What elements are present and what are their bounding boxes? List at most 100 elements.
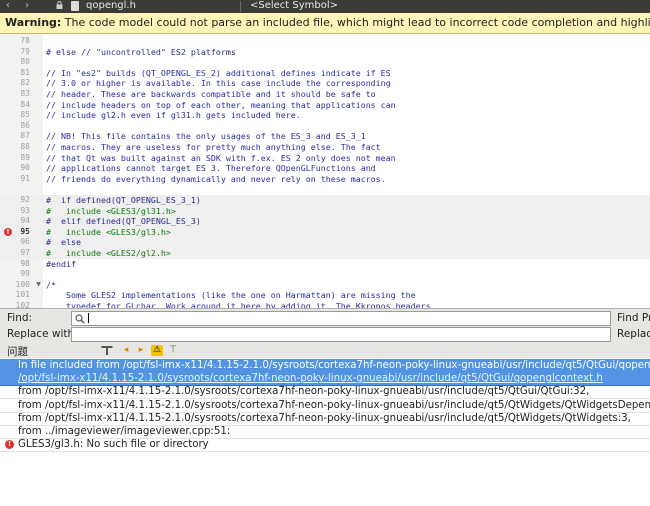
replace-label: Replace with: — [7, 328, 78, 340]
line-number: 82 — [20, 78, 30, 88]
code-text: # else // "uncontrolled" ES2 platforms — [46, 46, 236, 57]
issue-text: from /opt/fsl-imx-x11/4.1.15-2.1.0/sysro… — [18, 386, 590, 398]
code-text: /* — [46, 279, 56, 290]
code-text: typedef for GLchar. Work around it here … — [46, 301, 431, 308]
find-input[interactable] — [71, 311, 611, 326]
code-line[interactable]: 80 — [0, 57, 650, 68]
issue-row[interactable]: from ../imageviewer/imageviewer.cpp:51: — [0, 425, 650, 439]
code-text: // In "es2" builds (QT_OPENGL_ES_2) addi… — [46, 67, 391, 78]
line-number: 83 — [20, 89, 30, 98]
search-icon — [75, 314, 85, 324]
code-line[interactable]: 97 # include <GLES2/gl2.h> — [0, 248, 650, 259]
code-text: // header. These are backwards compatibl… — [46, 89, 376, 99]
forward-arrow-icon[interactable]: › — [25, 0, 29, 12]
code-line[interactable]: 89 // that Qt was built against an SDK wi… — [0, 153, 650, 164]
header-file-icon — [71, 1, 79, 11]
code-line[interactable]: 85 // include gl2.h even if gl31.h gets i… — [0, 110, 650, 121]
next-item-icon[interactable]: ▸ — [136, 345, 146, 356]
code-line[interactable]: 92 # if defined(QT_OPENGL_ES_3_1) — [0, 195, 650, 206]
issue-text: GLES3/gl3.h: No such file or directory — [18, 439, 209, 451]
issue-row[interactable]: from /opt/fsl-imx-x11/4.1.15-2.1.0/sysro… — [0, 412, 650, 426]
code-line[interactable] — [0, 184, 650, 195]
code-editor[interactable]: 78 79 # else // "uncontrolled" ES2 platfor… — [0, 34, 650, 308]
code-line[interactable]: 82 // 3.0 or higher is available. In this… — [0, 78, 650, 89]
code-text: // friends do everything dynamically and… — [46, 173, 386, 184]
code-line[interactable]: 87 // NB! This file contains the only usa… — [0, 131, 650, 142]
issue-text: /opt/fsl-imx-x11/4.1.15-2.1.0/sysroots/c… — [18, 373, 603, 385]
code-line[interactable]: 98 #endif — [0, 259, 650, 270]
code-text: # else — [46, 237, 81, 248]
find-previous-button[interactable]: Find Pre — [617, 312, 650, 324]
issue-row[interactable]: /opt/fsl-imx-x11/4.1.15-2.1.0/sysroots/c… — [0, 372, 650, 387]
issue-row[interactable]: ! GLES3/gl3.h: No such file or directory — [0, 438, 650, 453]
line-number: 92 — [20, 195, 30, 204]
code-line[interactable]: 94 # elif defined(QT_OPENGL_ES_3) — [0, 216, 650, 227]
replace-input[interactable] — [71, 327, 611, 342]
code-text: // that Qt was built against an SDK with… — [46, 152, 396, 163]
issue-row[interactable]: from /opt/fsl-imx-x11/4.1.15-2.1.0/sysro… — [0, 399, 650, 413]
code-line[interactable]: 81 // In "es2" builds (QT_OPENGL_ES_2) ad… — [0, 68, 650, 79]
code-line[interactable]: 102 typedef for GLchar. Work around it h… — [0, 301, 650, 308]
code-text: # include <GLES3/gl31.h> — [46, 205, 176, 216]
code-text: // include headers on top of each other,… — [46, 99, 396, 110]
line-number: 84 — [20, 99, 30, 109]
code-text: // NB! This file contains the only usage… — [46, 131, 366, 142]
code-line[interactable]: 79 # else // "uncontrolled" ES2 platforms — [0, 47, 650, 58]
line-number: 90 — [20, 163, 30, 173]
symbol-selector[interactable]: <Select Symbol> — [250, 0, 338, 12]
line-number: 93 — [20, 205, 30, 215]
error-icon: ! — [5, 440, 14, 450]
filter-icon[interactable]: ⊤ — [168, 345, 178, 356]
issues-pane-header: 问题 ◂ ▸ ⚠ ⊤ — [0, 343, 650, 359]
line-number: 91 — [20, 173, 30, 183]
error-marker-icon[interactable]: ! — [4, 227, 12, 236]
issue-text: from ../imageviewer/imageviewer.cpp:51: — [18, 426, 231, 437]
code-line[interactable]: 99 — [0, 269, 650, 280]
open-file-name[interactable]: qopengl.h — [86, 0, 136, 12]
code-line[interactable]: 93 # include <GLES3/gl31.h> — [0, 205, 650, 217]
code-line[interactable]: 88 // macros. They are useless for pretty… — [0, 142, 650, 153]
code-line[interactable]: 100 ▼/* — [0, 280, 650, 291]
previous-item-icon[interactable]: ◂ — [121, 345, 131, 356]
line-number: 101 — [15, 290, 30, 300]
filter-by-category-icon[interactable] — [101, 345, 113, 356]
code-text: Some GLES2 implementations (like the one… — [46, 290, 416, 301]
code-line[interactable]: 95! # include <GLES3/gl3.h> — [0, 226, 650, 238]
line-number: 81 — [20, 67, 30, 77]
code-line[interactable]: 78 — [0, 36, 650, 47]
code-line[interactable]: 86 — [0, 121, 650, 132]
issues-pane-title: 问题 — [7, 346, 28, 358]
document-bar: ‹ › qopengl.h <Select Symbol> — [0, 0, 650, 13]
line-number: 96 — [20, 237, 30, 247]
code-text: # elif defined(QT_OPENGL_ES_3) — [46, 216, 201, 227]
line-number: 79 — [20, 46, 30, 56]
code-line[interactable]: 84 // include headers on top of each othe… — [0, 100, 650, 111]
fold-toggle-icon[interactable]: ▼ — [34, 280, 43, 291]
code-line[interactable]: 91 // friends do everything dynamically a… — [0, 174, 650, 185]
line-number: 102 — [15, 301, 30, 308]
line-number: 99 — [20, 269, 30, 279]
back-arrow-icon[interactable]: ‹ — [6, 0, 10, 12]
code-line[interactable]: 83 // header. These are backwards compati… — [0, 89, 650, 100]
code-text: // macros. They are useless for pretty m… — [46, 142, 381, 152]
issues-list: In file included from /opt/fsl-imx-x11/4… — [0, 358, 650, 506]
show-warnings-icon[interactable]: ⚠ — [151, 345, 163, 356]
code-line[interactable]: 96 # else — [0, 237, 650, 248]
line-number: 86 — [20, 120, 30, 130]
code-line[interactable]: 90 // applications cannot target ES 3. Th… — [0, 163, 650, 174]
line-number: 89 — [20, 152, 30, 162]
code-line[interactable]: 101 Some GLES2 implementations (like the… — [0, 290, 650, 301]
warning-text: The code model could not parse an includ… — [64, 16, 650, 29]
toolbar-separator — [240, 1, 241, 12]
code-text: // applications cannot target ES 3. Ther… — [46, 163, 376, 174]
line-number: 80 — [20, 57, 30, 67]
code-model-warning: Warning: The code model could not parse … — [0, 13, 650, 34]
line-number: 78 — [20, 36, 30, 45]
warning-label: Warning: — [5, 16, 62, 29]
issue-row[interactable]: from /opt/fsl-imx-x11/4.1.15-2.1.0/sysro… — [0, 385, 650, 400]
line-number: 87 — [20, 131, 30, 141]
replace-button[interactable]: Replace — [617, 328, 650, 340]
issue-row[interactable]: In file included from /opt/fsl-imx-x11/4… — [0, 359, 650, 372]
line-number: 100 — [15, 279, 30, 289]
lock-icon — [56, 1, 63, 9]
